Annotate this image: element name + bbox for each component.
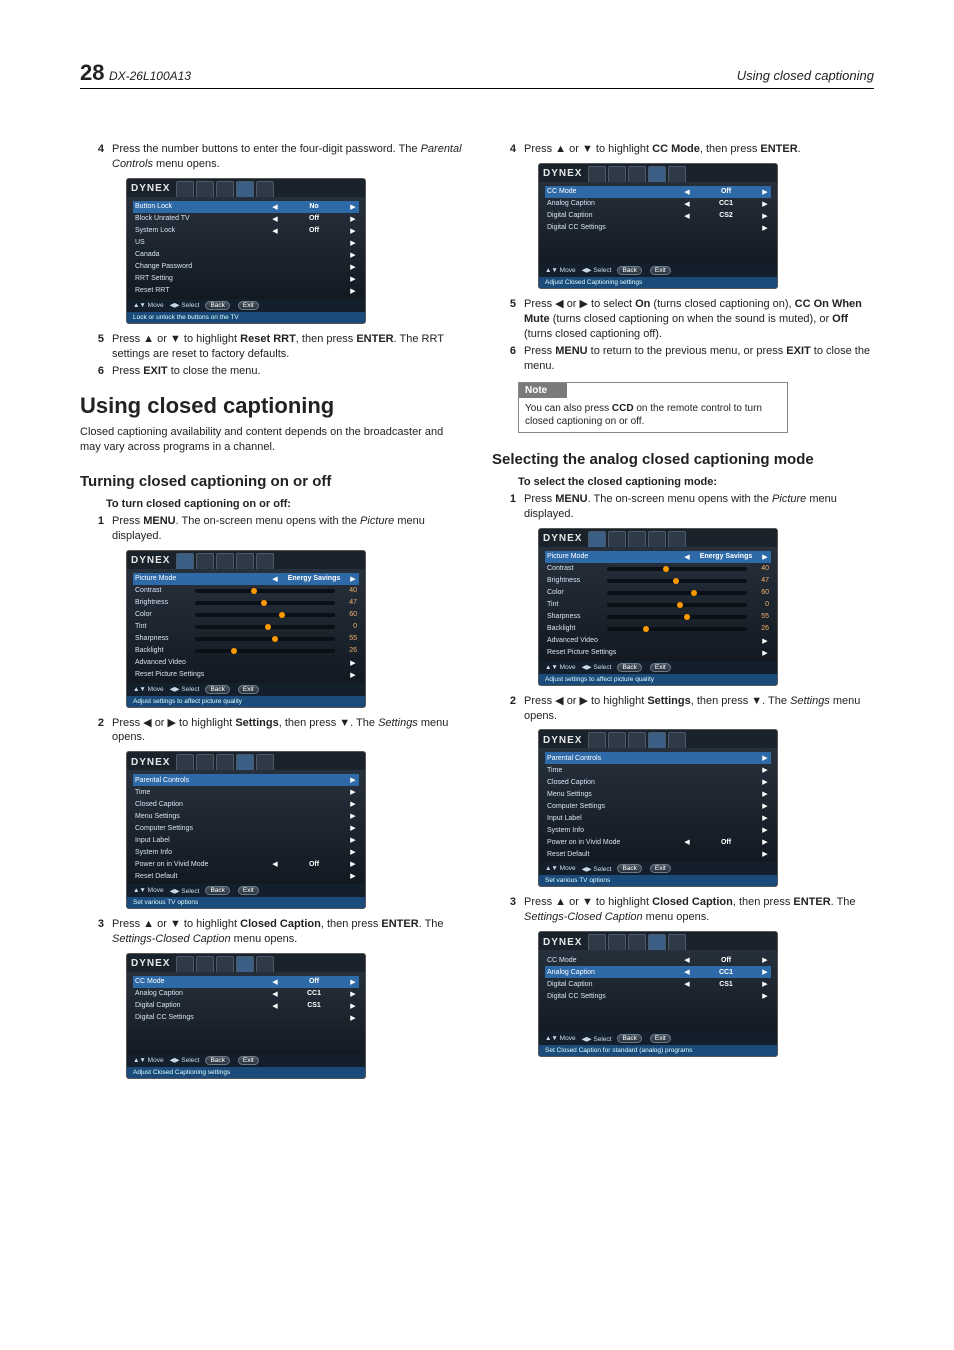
osd-row: Closed Caption▶ (133, 798, 359, 810)
osd-row: Power on in Vivid Mode◀Off▶ (545, 836, 771, 848)
osd-row: Block Unrated TV◀Off▶ (133, 213, 359, 225)
osd-settings-left: DYNEX Parental Controls▶Time▶Closed Capt… (126, 751, 366, 909)
right-step-2: 2 Press ◀ or ▶ to highlight Settings, th… (504, 694, 874, 724)
osd-row: Reset Default▶ (545, 848, 771, 860)
osd-row: System Lock◀Off▶ (133, 225, 359, 237)
left-prestep-5: 5 Press ▲ or ▼ to highlight Reset RRT, t… (92, 332, 462, 362)
osd-cc-right: DYNEX CC Mode◀Off▶Analog Caption◀CC1▶Dig… (538, 163, 778, 289)
heading-using-cc: Using closed captioning (80, 393, 462, 419)
left-step-2: 2 Press ◀ or ▶ to highlight Settings, th… (92, 716, 462, 746)
note-box: Note You can also press CCD on the remot… (518, 382, 788, 433)
osd-slider-row: Sharpness55 (545, 611, 771, 623)
left-prestep-4: 4 Press the number buttons to enter the … (92, 142, 462, 172)
osd-row: Digital Caption◀CS2▶ (545, 210, 771, 222)
osd-row: Computer Settings▶ (133, 822, 359, 834)
osd-cc-left: DYNEX CC Mode◀Off▶Analog Caption◀CC1▶Dig… (126, 953, 366, 1079)
osd-row: Digital CC Settings▶ (545, 990, 771, 1002)
osd-row: RRT Setting▶ (133, 273, 359, 285)
osd-cc-analog: DYNEX CC Mode◀Off▶Analog Caption◀CC1▶Dig… (538, 931, 778, 1057)
osd-slider-row: Brightness47 (133, 597, 359, 609)
osd-row: Digital CC Settings▶ (545, 222, 771, 234)
osd-row: Time▶ (133, 786, 359, 798)
osd-slider-row: Tint0 (545, 599, 771, 611)
osd-row: Canada▶ (133, 249, 359, 261)
osd-slider-row: Contrast40 (133, 585, 359, 597)
left-prestep-6: 6 Press EXIT to close the menu. (92, 364, 462, 379)
osd-slider-row: Backlight26 (545, 623, 771, 635)
osd-row: Reset RRT▶ (133, 285, 359, 297)
page-title-right: Using closed captioning (737, 68, 874, 83)
page-number: 28 (80, 60, 104, 85)
page-header: 28 DX-26L100A13 Using closed captioning (80, 60, 874, 89)
right-column: 4 Press ▲ or ▼ to highlight CC Mode, the… (492, 139, 874, 1087)
osd-row: Closed Caption▶ (545, 776, 771, 788)
step-text: Press the number buttons to enter the fo… (112, 142, 462, 172)
osd-hint: Lock or unlock the buttons on the TV (127, 312, 365, 323)
osd-row: Time▶ (545, 764, 771, 776)
left-step-3: 3 Press ▲ or ▼ to highlight Closed Capti… (92, 917, 462, 947)
page-number-block: 28 DX-26L100A13 (80, 60, 191, 86)
osd-settings-right: DYNEX Parental Controls▶Time▶Closed Capt… (538, 729, 778, 887)
right-step-5: 5 Press ◀ or ▶ to select On (turns close… (504, 297, 874, 342)
osd-slider-row: Color60 (133, 609, 359, 621)
osd-parental-controls: DYNEX Button Lock◀No▶Block Unrated TV◀Of… (126, 178, 366, 324)
osd-row: Input Label▶ (545, 812, 771, 824)
osd-row: Digital CC Settings▶ (133, 1012, 359, 1024)
osd-tabs: DYNEX (127, 179, 365, 197)
osd-picture: DYNEX Picture Mode◀Energy Savings▶ Contr… (126, 550, 366, 708)
osd-slider-row: Sharpness55 (133, 633, 359, 645)
osd-row: Reset Picture Settings▶ (133, 669, 359, 681)
osd-row: US▶ (133, 237, 359, 249)
right-step-1: 1 Press MENU. The on-screen menu opens w… (504, 492, 874, 522)
heading-analog-cc: Selecting the analog closed captioning m… (492, 451, 874, 468)
osd-row: System Info▶ (545, 824, 771, 836)
osd-row: Menu Settings▶ (545, 788, 771, 800)
heading-turning-cc: Turning closed captioning on or off (80, 473, 462, 490)
cc-intro: Closed captioning availability and conte… (80, 425, 462, 455)
left-column: 4 Press the number buttons to enter the … (80, 139, 462, 1087)
task-select-cc: To select the closed captioning mode: (518, 476, 874, 488)
osd-row: Parental Controls▶ (545, 752, 771, 764)
osd-row: Digital Caption◀CS1▶ (545, 978, 771, 990)
osd-picture-right: DYNEX Picture Mode◀Energy Savings▶ Contr… (538, 528, 778, 686)
dynex-logo: DYNEX (131, 183, 174, 194)
note-body: You can also press CCD on the remote con… (519, 398, 787, 432)
osd-row: Advanced Video▶ (545, 635, 771, 647)
osd-row: CC Mode◀Off▶ (545, 954, 771, 966)
osd-row: Analog Caption◀CC1▶ (545, 966, 771, 978)
osd-slider-row: Brightness47 (545, 575, 771, 587)
right-step-4: 4 Press ▲ or ▼ to highlight CC Mode, the… (504, 142, 874, 157)
osd-row: Parental Controls▶ (133, 774, 359, 786)
osd-row: Menu Settings▶ (133, 810, 359, 822)
osd-row: Reset Picture Settings▶ (545, 647, 771, 659)
osd-slider-row: Contrast40 (545, 563, 771, 575)
note-label: Note (519, 383, 567, 398)
osd-slider-row: Color60 (545, 587, 771, 599)
osd-row: Analog Caption◀CC1▶ (133, 988, 359, 1000)
osd-row: Power on in Vivid Mode◀Off▶ (133, 858, 359, 870)
osd-row: Advanced Video▶ (133, 657, 359, 669)
osd-slider-row: Tint0 (133, 621, 359, 633)
left-step-1: 1 Press MENU. The on-screen menu opens w… (92, 514, 462, 544)
osd-row: Input Label▶ (133, 834, 359, 846)
model-number: DX-26L100A13 (109, 69, 191, 83)
osd-row: Computer Settings▶ (545, 800, 771, 812)
osd-row: Button Lock◀No▶ (133, 201, 359, 213)
right-step-6: 6 Press MENU to return to the previous m… (504, 344, 874, 374)
osd-row: CC Mode◀Off▶ (133, 976, 359, 988)
osd-row: System Info▶ (133, 846, 359, 858)
osd-row: Reset Default▶ (133, 870, 359, 882)
osd-row: Change Password▶ (133, 261, 359, 273)
right-step-3: 3 Press ▲ or ▼ to highlight Closed Capti… (504, 895, 874, 925)
osd-slider-row: Backlight26 (133, 645, 359, 657)
step-number: 4 (92, 142, 104, 172)
task-turn-cc: To turn closed captioning on or off: (106, 498, 462, 510)
osd-row: Digital Caption◀CS1▶ (133, 1000, 359, 1012)
osd-row: CC Mode◀Off▶ (545, 186, 771, 198)
osd-row: Analog Caption◀CC1▶ (545, 198, 771, 210)
